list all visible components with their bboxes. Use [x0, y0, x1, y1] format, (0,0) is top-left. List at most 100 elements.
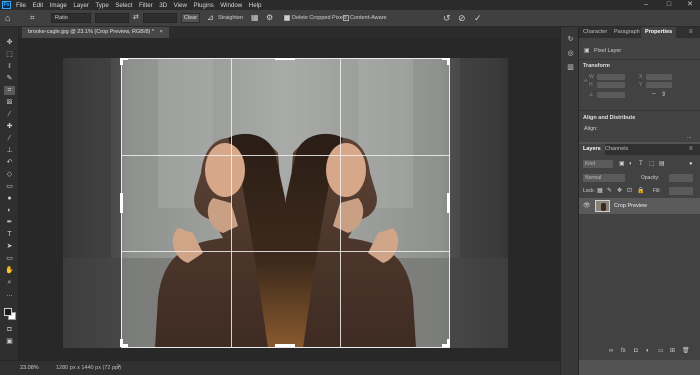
libraries-panel-icon[interactable]: ◎ [565, 49, 576, 59]
frame-tool-icon[interactable]: ⊠ [4, 98, 15, 107]
marquee-tool-icon[interactable]: ⬚ [4, 50, 15, 59]
menu-select[interactable]: Select [115, 2, 132, 9]
gradient-tool-icon[interactable]: ▭ [4, 182, 15, 191]
straighten-icon[interactable]: ⊿ [207, 13, 214, 23]
lock-all-icon[interactable]: 🔒 [637, 187, 644, 195]
lock-image-icon[interactable]: ✎ [607, 187, 612, 195]
transform-section-title[interactable]: Transform [583, 63, 610, 69]
lock-position-icon[interactable]: ✥ [617, 187, 622, 195]
menu-file[interactable]: File [16, 2, 26, 9]
crop-handle-top-left-v[interactable] [120, 58, 123, 65]
angle-field[interactable] [597, 92, 625, 98]
quick-mask-icon[interactable]: ◘ [4, 325, 15, 334]
lock-artboard-icon[interactable]: ⊡ [627, 187, 632, 195]
crop-box[interactable] [120, 58, 450, 348]
more-tools-icon[interactable]: … [4, 290, 15, 299]
document-canvas[interactable] [63, 58, 508, 348]
canvas-area[interactable] [19, 38, 560, 360]
home-icon[interactable]: ⌂ [5, 13, 10, 23]
menu-window[interactable]: Window [220, 2, 242, 9]
content-aware-checkbox[interactable] [343, 15, 349, 21]
visibility-eye-icon[interactable]: 👁 [583, 202, 591, 210]
type-tool-icon[interactable]: T [4, 230, 15, 239]
crop-tool-preset-icon[interactable]: ⌗ [30, 13, 35, 23]
new-group-icon[interactable]: ▭ [658, 347, 664, 355]
menu-edit[interactable]: Edit [32, 2, 43, 9]
cancel-icon[interactable]: ⊘ [458, 13, 466, 23]
flip-horizontal-icon[interactable]: ⇔ [651, 91, 657, 97]
blur-tool-icon[interactable]: ● [4, 194, 15, 203]
menu-view[interactable]: View [174, 2, 187, 9]
y-field[interactable] [646, 82, 672, 88]
delete-cropped-checkbox[interactable] [284, 15, 290, 21]
crop-handle-bottom[interactable] [275, 344, 295, 347]
adjustments-panel-icon[interactable]: ▥ [565, 63, 576, 73]
zoom-tool-icon[interactable]: ⌕ [4, 278, 15, 287]
eyedropper-tool-icon[interactable]: ⁄ [4, 110, 15, 119]
crop-handle-top-right-v[interactable] [447, 58, 450, 65]
menu-type[interactable]: Type [95, 2, 108, 9]
new-layer-icon[interactable]: ⊞ [670, 347, 675, 355]
commit-check-icon[interactable]: ✓ [474, 13, 482, 23]
link-icon[interactable]: ∞ [584, 78, 588, 84]
filter-shape-icon[interactable]: ⬚ [649, 160, 655, 168]
move-tool-icon[interactable]: ✥ [4, 38, 15, 47]
dodge-tool-icon[interactable]: ◐ [4, 206, 15, 215]
clone-stamp-tool-icon[interactable]: ⊥ [4, 146, 15, 155]
straighten-label[interactable]: Straighten [218, 13, 243, 23]
close-tab-icon[interactable]: × [160, 29, 163, 35]
crop-handle-top[interactable] [275, 58, 295, 60]
layer-name[interactable]: Crop Preview [614, 203, 647, 209]
width-field[interactable] [597, 74, 625, 80]
pen-tool-icon[interactable]: ✒ [4, 218, 15, 227]
tab-paragraph[interactable]: Paragraph [610, 27, 644, 38]
layer-style-icon[interactable]: fx [621, 347, 626, 355]
link-layers-icon[interactable]: ∞ [609, 347, 613, 355]
gear-icon[interactable]: ⚙ [266, 13, 273, 23]
overlay-grid-icon[interactable]: ▦ [251, 13, 259, 23]
opacity-field[interactable] [669, 174, 693, 182]
history-brush-tool-icon[interactable]: ↶ [4, 158, 15, 167]
status-menu-arrow[interactable]: > [117, 364, 121, 370]
menu-help[interactable]: Help [249, 2, 262, 9]
menu-3d[interactable]: 3D [159, 2, 167, 9]
crop-handle-right[interactable] [447, 193, 450, 213]
delete-layer-icon[interactable]: 🗑 [682, 347, 690, 355]
history-panel-icon[interactable]: ↻ [565, 35, 576, 45]
lock-transparent-icon[interactable]: ▦ [597, 187, 603, 195]
add-mask-icon[interactable]: ◘ [634, 347, 638, 355]
fill-field[interactable] [669, 187, 693, 195]
document-tab[interactable]: brooke-cagle.jpg @ 23.1% (Crop Preview, … [22, 27, 169, 38]
more-options-icon[interactable]: ... [687, 134, 692, 140]
flip-vertical-icon[interactable]: ⇕ [661, 91, 666, 98]
maximize-button[interactable]: □ [661, 0, 677, 10]
filter-type-icon[interactable]: T [639, 160, 643, 168]
crop-handle-bottom-left-v[interactable] [120, 339, 123, 347]
hand-tool-icon[interactable]: ✋ [4, 266, 15, 275]
eraser-tool-icon[interactable]: ◇ [4, 170, 15, 179]
adjustment-layer-icon[interactable]: ◐ [646, 347, 650, 355]
filter-adjustment-icon[interactable]: ◐ [629, 160, 633, 168]
menu-filter[interactable]: Filter [139, 2, 153, 9]
layer-row[interactable]: 👁 Crop Preview [579, 198, 700, 214]
healing-brush-tool-icon[interactable]: ✚ [4, 122, 15, 131]
align-section-title[interactable]: Align and Distribute [583, 115, 635, 121]
lasso-tool-icon[interactable]: ℓ [4, 62, 15, 71]
minimize-button[interactable]: – [638, 0, 654, 10]
x-field[interactable] [646, 74, 672, 80]
rectangle-tool-icon[interactable]: ▭ [4, 254, 15, 263]
ratio-width-input[interactable] [95, 13, 129, 23]
menu-plugins[interactable]: Plugins [193, 2, 213, 9]
zoom-level[interactable]: 23.08% [20, 365, 39, 371]
filter-pixel-icon[interactable]: ▣ [619, 160, 625, 168]
height-field[interactable] [597, 82, 625, 88]
clear-button[interactable]: Clear [181, 13, 200, 23]
path-selection-tool-icon[interactable]: ➤ [4, 242, 15, 251]
close-window-button[interactable]: ✕ [682, 0, 698, 10]
tab-character[interactable]: Character [579, 27, 611, 38]
foreground-color-swatch[interactable] [4, 308, 12, 316]
ratio-height-input[interactable] [143, 13, 177, 23]
reset-icon[interactable]: ↺ [443, 13, 451, 23]
menu-layer[interactable]: Layer [73, 2, 88, 9]
screen-mode-icon[interactable]: ▣ [4, 337, 15, 346]
